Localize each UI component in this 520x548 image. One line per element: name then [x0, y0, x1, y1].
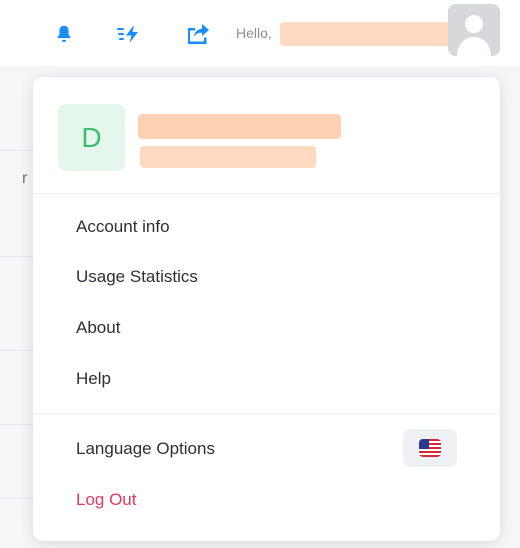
- language-flag-button[interactable]: [403, 429, 457, 467]
- menu-item-help[interactable]: Help: [76, 369, 111, 389]
- menu-item-about[interactable]: About: [76, 318, 120, 338]
- background-text-fragment: r: [22, 170, 28, 187]
- greeting-text: Hello,: [236, 25, 272, 41]
- notifications-button[interactable]: [50, 20, 78, 48]
- menu-divider: [33, 193, 500, 194]
- us-flag-icon: [419, 439, 441, 457]
- menu-item-usage-statistics[interactable]: Usage Statistics: [76, 267, 198, 287]
- background-divider: [0, 150, 36, 151]
- menu-item-language-options[interactable]: Language Options: [76, 439, 215, 459]
- background-divider: [0, 498, 36, 499]
- background-divider: [0, 350, 36, 351]
- redacted-user-name: [138, 114, 341, 139]
- menu-divider: [33, 413, 500, 414]
- share-button[interactable]: [184, 20, 212, 48]
- profile-summary: D: [33, 77, 500, 193]
- bell-icon: [57, 25, 71, 42]
- user-initial-avatar: D: [58, 104, 125, 171]
- menu-item-log-out[interactable]: Log Out: [76, 490, 137, 510]
- user-dropdown-menu: D Account info Usage Statistics About He…: [33, 77, 500, 541]
- share-icon: [188, 24, 209, 44]
- quick-actions-button[interactable]: [116, 20, 144, 48]
- bolt-icon: [117, 25, 138, 43]
- background-divider: [0, 424, 36, 425]
- menu-item-account-info[interactable]: Account info: [76, 217, 170, 237]
- background-divider: [0, 256, 36, 257]
- user-placeholder-icon: [448, 4, 500, 56]
- redacted-username: [280, 22, 450, 46]
- avatar[interactable]: [448, 4, 500, 56]
- top-navbar: Hello,: [0, 0, 520, 66]
- redacted-user-email: [140, 146, 316, 168]
